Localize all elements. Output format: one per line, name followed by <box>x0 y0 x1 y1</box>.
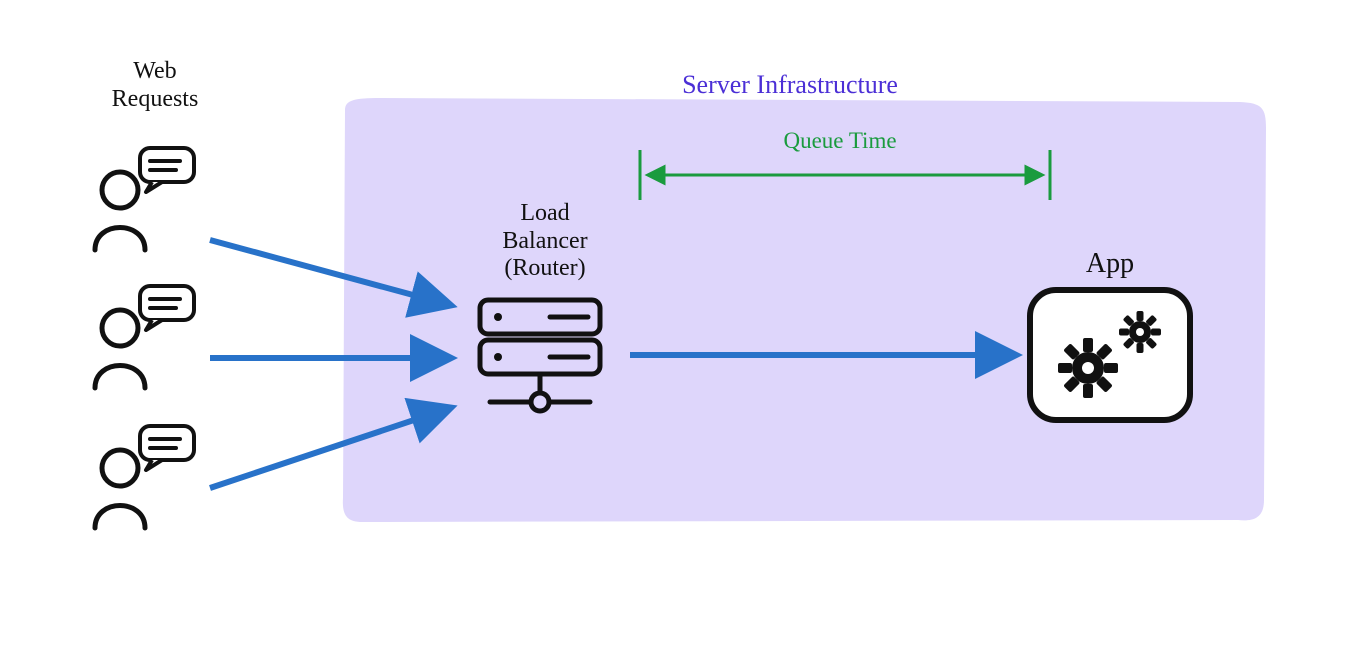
label-load-balancer: Load Balancer (Router) <box>480 200 610 283</box>
label-web-requests: Web Requests <box>90 58 220 113</box>
app-box <box>1030 290 1190 420</box>
label-queue-time: Queue Time <box>740 128 940 154</box>
label-app: App <box>1070 248 1150 280</box>
user-icon-3 <box>95 426 194 528</box>
user-icon-1 <box>95 148 194 250</box>
diagram-stage: Web Requests Server Infrastructure Queue… <box>0 0 1366 654</box>
user-icon-2 <box>95 286 194 388</box>
label-server-infrastructure: Server Infrastructure <box>560 70 1020 100</box>
